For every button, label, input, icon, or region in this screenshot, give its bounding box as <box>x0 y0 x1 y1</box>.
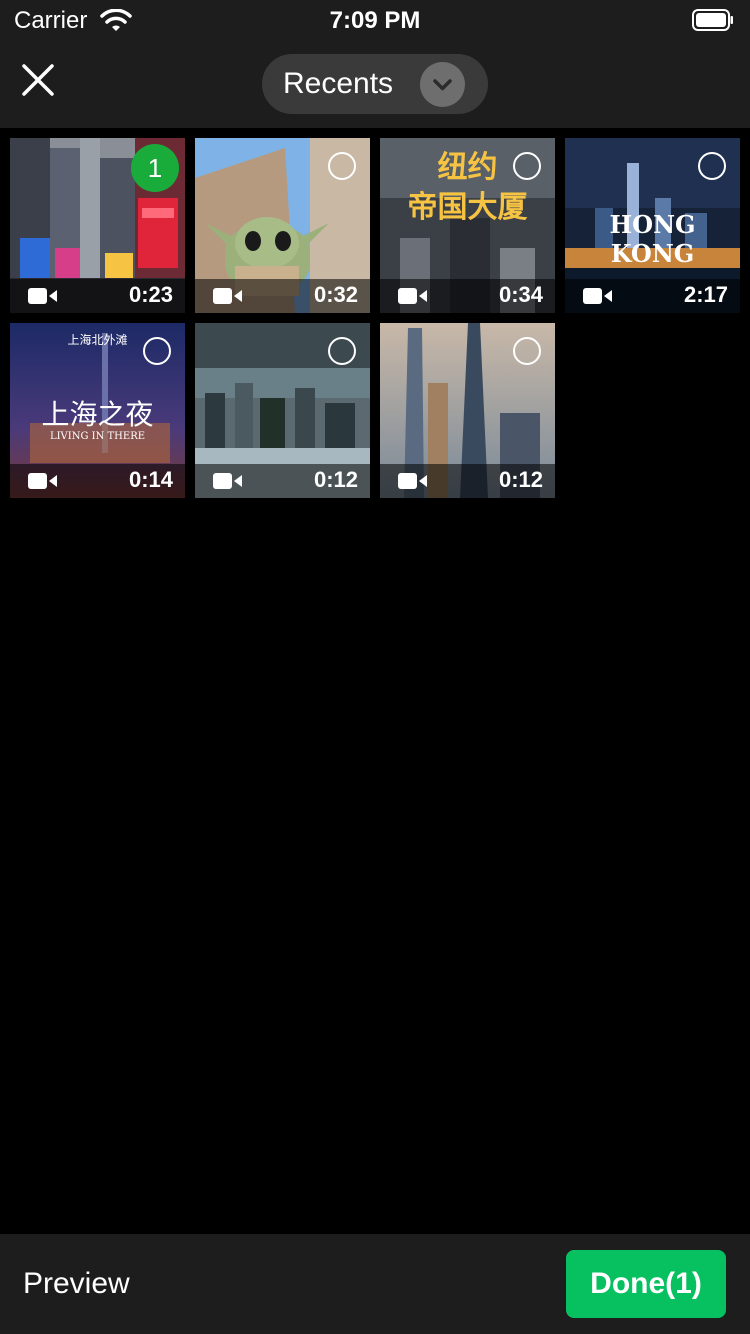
status-bar: Carrier 7:09 PM <box>0 0 750 40</box>
video-duration: 2:17 <box>683 282 728 307</box>
selection-circle[interactable] <box>513 337 541 365</box>
video-duration: 0:12 <box>498 467 543 492</box>
media-tile[interactable]: 0:12 <box>380 323 555 498</box>
selection-circle[interactable] <box>143 337 171 365</box>
video-duration: 0:34 <box>498 282 543 307</box>
video-duration: 0:32 <box>313 282 358 307</box>
preview-button[interactable]: Preview <box>23 1267 130 1301</box>
thumbnail-caption-sub: LIVING IN THERE <box>49 431 146 442</box>
video-camera-icon <box>28 473 57 489</box>
media-tile[interactable]: 0:32 <box>195 138 370 313</box>
selection-circle[interactable] <box>328 152 356 180</box>
media-tile[interactable]: 上海北外滩 上海之夜 LIVING IN THERE 0:14 <box>10 323 185 498</box>
media-grid: 0:23 1 0:32 纽约 帝国大厦 0:34 HONG KONG 2:17 … <box>0 128 750 1234</box>
selection-circle[interactable] <box>513 152 541 180</box>
video-camera-icon <box>213 288 242 304</box>
video-camera-icon <box>213 473 242 489</box>
close-icon[interactable] <box>18 60 58 100</box>
video-duration: 0:14 <box>128 467 173 492</box>
nav-bar: Recents <box>0 40 750 128</box>
media-tile[interactable]: 0:23 1 <box>10 138 185 313</box>
battery-icon <box>692 9 733 31</box>
selection-badge[interactable]: 1 <box>131 144 179 192</box>
status-time: 7:09 PM <box>329 7 421 34</box>
album-title: Recents <box>283 67 394 100</box>
media-tile[interactable]: 0:12 <box>195 323 370 498</box>
selection-circle[interactable] <box>328 337 356 365</box>
video-camera-icon <box>398 473 427 489</box>
video-duration: 0:12 <box>313 467 358 492</box>
album-chevron-button[interactable] <box>420 62 465 107</box>
media-tile[interactable]: HONG KONG 2:17 <box>565 138 740 313</box>
video-camera-icon <box>28 288 57 304</box>
chevron-down-icon <box>433 79 452 91</box>
video-duration: 0:23 <box>128 282 173 307</box>
thumbnail-caption: HONG KONG <box>609 210 696 268</box>
done-button[interactable]: Done(1) <box>566 1250 726 1318</box>
media-tile[interactable]: 纽约 帝国大厦 0:34 <box>380 138 555 313</box>
thumbnail-caption: 上海之夜 <box>41 398 154 431</box>
selection-circle[interactable] <box>698 152 726 180</box>
bottom-bar: Preview Done(1) <box>0 1234 750 1334</box>
video-camera-icon <box>398 288 427 304</box>
video-camera-icon <box>583 288 612 304</box>
album-selector[interactable]: Recents <box>262 54 488 114</box>
